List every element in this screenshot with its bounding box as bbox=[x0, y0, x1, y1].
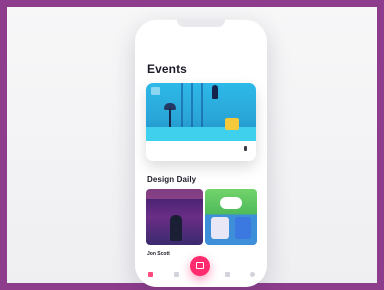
search-icon[interactable] bbox=[174, 272, 179, 277]
calendar-icon bbox=[196, 262, 204, 269]
bottom-tab-bar bbox=[135, 256, 267, 287]
home-icon[interactable] bbox=[148, 272, 153, 277]
window-stripe bbox=[201, 83, 203, 127]
window-stripe bbox=[181, 83, 183, 127]
card-illustration bbox=[211, 217, 229, 239]
event-card[interactable] bbox=[146, 83, 256, 161]
desk-surface bbox=[146, 127, 256, 141]
calendar-button[interactable] bbox=[190, 256, 210, 276]
design-daily-title: Design Daily bbox=[147, 175, 197, 184]
app-screen: Events Design Daily Jon Scott bbox=[135, 19, 267, 287]
window-stripe bbox=[191, 83, 193, 127]
post-image-left[interactable] bbox=[146, 189, 203, 245]
cloud-icon bbox=[220, 197, 242, 209]
bookmark-icon[interactable] bbox=[244, 146, 247, 151]
person-figure bbox=[170, 215, 182, 241]
event-date-tag bbox=[151, 87, 160, 95]
profile-icon[interactable] bbox=[250, 272, 255, 277]
chair-icon bbox=[225, 118, 239, 130]
bell-icon[interactable] bbox=[225, 272, 230, 277]
person-figure bbox=[212, 85, 218, 99]
post-sky bbox=[146, 189, 203, 199]
post-image-right[interactable] bbox=[205, 189, 257, 245]
lamp-stem bbox=[169, 108, 171, 128]
post-author-name: Jon Scott bbox=[147, 251, 170, 257]
card-illustration bbox=[235, 217, 251, 239]
phone-mockup: Events Design Daily Jon Scott bbox=[135, 19, 267, 287]
events-title: Events bbox=[147, 62, 187, 76]
event-illustration bbox=[146, 83, 256, 141]
